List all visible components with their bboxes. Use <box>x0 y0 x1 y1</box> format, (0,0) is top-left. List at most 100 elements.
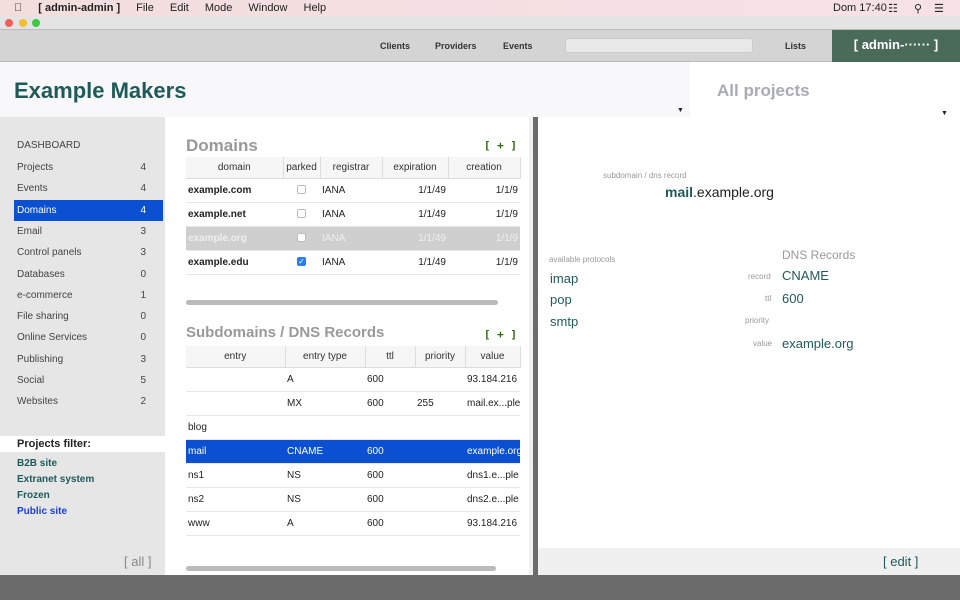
priority-cell <box>415 415 465 440</box>
parked-checkbox[interactable] <box>297 209 306 219</box>
protocol-smtp[interactable]: smtp <box>550 314 578 329</box>
project-selector[interactable]: All projects ▼ <box>690 62 960 117</box>
filter-frozen[interactable]: Frozen <box>17 490 50 501</box>
creation-cell: 1/1/9 <box>448 178 520 203</box>
filter-extranet-system[interactable]: Extranet system <box>17 474 94 485</box>
subdomains-horizontal-scrollbar[interactable] <box>186 566 496 571</box>
ttl-cell: 600 <box>365 511 415 536</box>
project-selector-label[interactable]: All projects <box>717 81 810 101</box>
table-row[interactable]: example.org IANA 1/1/49 1/1/9 <box>186 226 520 251</box>
table-row[interactable]: example.com IANA 1/1/49 1/1/9 <box>186 178 520 203</box>
column-header-domain[interactable]: domain <box>186 157 284 179</box>
search-icon[interactable]: ⚲ <box>914 2 922 15</box>
value-cell <box>465 415 520 440</box>
ttl-label: ttl <box>765 294 772 303</box>
menu-mode[interactable]: Mode <box>205 2 233 14</box>
sidebar-item-events[interactable]: Events 4 <box>14 178 163 199</box>
sidebar-item-label: Websites <box>17 396 58 408</box>
sidebar-item-count: 3 <box>140 247 146 259</box>
menu-edit[interactable]: Edit <box>170 2 189 14</box>
type-cell: A <box>285 367 365 392</box>
type-cell: MX <box>285 391 365 416</box>
sidebar-item-e-commerce[interactable]: e-commerce 1 <box>14 285 163 306</box>
nav-clients[interactable]: Clients <box>380 41 410 51</box>
sidebar-item-online-services[interactable]: Online Services 0 <box>14 327 163 348</box>
header: Example Makers ▼ <box>0 62 690 117</box>
filter-public-site[interactable]: Public site <box>17 506 67 517</box>
priority-cell <box>415 367 465 392</box>
column-header-priority[interactable]: priority <box>415 346 466 368</box>
value-cell: dns1.e...ple <box>465 463 520 488</box>
column-header-expiration[interactable]: expiration <box>382 157 449 179</box>
search-input[interactable] <box>565 38 753 53</box>
column-header-entry-type[interactable]: entry type <box>285 346 366 368</box>
sidebar-item-count: 0 <box>140 268 146 280</box>
nav-lists[interactable]: Lists <box>785 41 806 51</box>
menu-file[interactable]: File <box>136 2 154 14</box>
nav-providers[interactable]: Providers <box>435 41 477 51</box>
sidebar-item-social[interactable]: Social 5 <box>14 370 163 391</box>
add-subdomain-button[interactable]: [ + ] <box>484 328 517 341</box>
sidebar-item-label: Domains <box>17 204 57 216</box>
sidebar-item-databases[interactable]: Databases 0 <box>14 264 163 285</box>
table-row[interactable]: example.edu ✓ IANA 1/1/49 1/1/9 <box>186 250 520 275</box>
table-row[interactable]: ns1 NS 600 dns1.e...ple <box>186 463 520 488</box>
wifi-icon[interactable]: ☷ <box>888 2 898 15</box>
table-row[interactable]: ns2 NS 600 dns2.e...ple <box>186 487 520 512</box>
menu-app[interactable]: [ admin-admin ] <box>38 2 120 14</box>
minimize-button[interactable] <box>19 19 27 27</box>
column-header-parked[interactable]: parked <box>283 157 321 179</box>
apple-icon[interactable]:  <box>14 2 22 14</box>
column-header-creation[interactable]: creation <box>448 157 521 179</box>
type-cell: NS <box>285 487 365 512</box>
entry-cell <box>186 367 285 392</box>
parked-checkbox[interactable] <box>297 185 306 195</box>
domains-horizontal-scrollbar[interactable] <box>186 300 498 305</box>
zoom-button[interactable] <box>32 19 40 27</box>
parked-checkbox[interactable] <box>297 233 306 243</box>
domain-cell: example.net <box>186 202 283 227</box>
table-row[interactable]: example.net IANA 1/1/49 1/1/9 <box>186 202 520 227</box>
show-all-button[interactable]: [ all ] <box>124 554 151 569</box>
column-header-entry[interactable]: entry <box>186 346 286 368</box>
sidebar-item-websites[interactable]: Websites 2 <box>14 391 163 412</box>
table-row[interactable]: MX 600 255 mail.ex...ple <box>186 391 520 416</box>
column-header-ttl[interactable]: ttl <box>365 346 416 368</box>
sidebar-item-dashboard[interactable]: DASHBOARD <box>14 135 163 156</box>
user-menu-button[interactable]: [ admin-······ ] <box>832 30 960 62</box>
list-icon[interactable]: ☰ <box>934 2 944 15</box>
sidebar-item-label: File sharing <box>17 311 69 323</box>
protocol-imap[interactable]: imap <box>550 271 578 286</box>
sidebar-item-projects[interactable]: Projects 4 <box>14 157 163 178</box>
sidebar-item-domains[interactable]: Domains 4 <box>14 199 163 221</box>
edit-button[interactable]: [ edit ] <box>883 554 918 569</box>
sidebar-item-control-panels[interactable]: Control panels 3 <box>14 242 163 263</box>
type-cell: CNAME <box>285 439 365 464</box>
table-row[interactable]: mail CNAME 600 example.org <box>186 439 520 464</box>
column-header-value[interactable]: value <box>465 346 521 368</box>
value-cell: example.org <box>465 439 520 464</box>
close-button[interactable] <box>5 19 13 27</box>
detail-label: subdomain / dns record <box>603 171 687 180</box>
sidebar-item-label: Databases <box>17 268 65 280</box>
sidebar-item-publishing[interactable]: Publishing 3 <box>14 349 163 370</box>
filter-b2b-site[interactable]: B2B site <box>17 458 57 469</box>
parked-checkbox[interactable]: ✓ <box>297 257 306 267</box>
sidebar-item-email[interactable]: Email 3 <box>14 221 163 242</box>
dropdown-arrow-icon[interactable]: ▼ <box>941 110 948 117</box>
table-row[interactable]: blog <box>186 415 520 440</box>
dropdown-arrow-icon[interactable]: ▼ <box>677 107 684 114</box>
sidebar-item-file-sharing[interactable]: File sharing 0 <box>14 306 163 327</box>
protocol-pop[interactable]: pop <box>550 292 572 307</box>
table-row[interactable]: A 600 93.184.216 <box>186 367 520 392</box>
table-row[interactable]: www A 600 93.184.216 <box>186 511 520 536</box>
creation-cell: 1/1/9 <box>448 250 520 275</box>
add-domain-button[interactable]: [ + ] <box>484 139 517 152</box>
ttl-cell: 600 <box>365 439 415 464</box>
nav-events[interactable]: Events <box>503 41 533 51</box>
protocols-label: available protocols <box>549 255 616 264</box>
registrar-cell: IANA <box>320 250 382 275</box>
menu-help[interactable]: Help <box>304 2 327 14</box>
menu-window[interactable]: Window <box>248 2 287 14</box>
column-header-registrar[interactable]: registrar <box>320 157 383 179</box>
